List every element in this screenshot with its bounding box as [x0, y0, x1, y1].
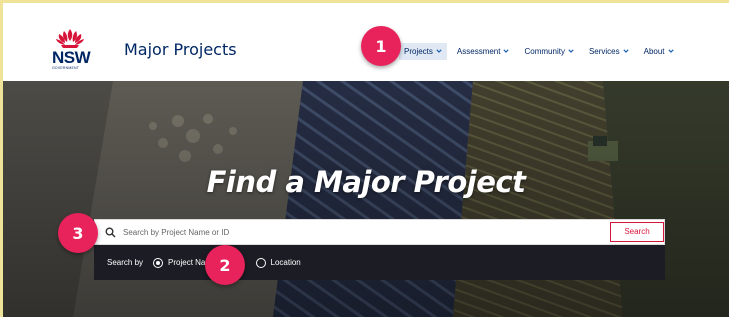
- logo-subtext: GOVERNMENT: [52, 66, 80, 70]
- logo-wordmark: NSW: [52, 48, 91, 67]
- radio-location[interactable]: Location: [255, 257, 301, 268]
- nsw-government-logo[interactable]: NSW GOVERNMENT: [49, 27, 91, 73]
- nav-item-services[interactable]: Services: [584, 43, 634, 60]
- nav-item-label: Projects: [404, 46, 433, 56]
- nav-item-community[interactable]: Community: [519, 43, 578, 60]
- nav-item-label: Community: [524, 46, 565, 56]
- radio-label: Location: [270, 258, 301, 267]
- waratah-icon: [56, 29, 84, 48]
- callout-badge-3: 3: [58, 213, 98, 253]
- hero-banner: Find a Major Project Search Search by Pr…: [3, 81, 729, 317]
- chevron-down-icon: [568, 49, 574, 53]
- search-button[interactable]: Search: [610, 222, 664, 242]
- aerial-collage-background: [3, 81, 729, 317]
- search-by-label: Search by: [107, 258, 144, 267]
- chevron-down-icon: [667, 49, 674, 53]
- radio-checked-icon[interactable]: [153, 257, 164, 268]
- chevron-down-icon: [503, 49, 510, 53]
- nav-item-label: About: [643, 46, 665, 56]
- page-title: Find a Major Project: [206, 165, 526, 199]
- nav-item-projects[interactable]: Projects: [399, 42, 447, 60]
- search-bar: Search: [94, 219, 665, 245]
- site-title[interactable]: Major Projects: [124, 40, 237, 59]
- nav-item-label: Assessment: [456, 46, 501, 56]
- main-nav: Projects Assessment Community Services A…: [399, 41, 684, 61]
- callout-badge-2: 2: [205, 245, 245, 285]
- chevron-down-icon: [623, 49, 629, 53]
- callout-badge-1: 1: [361, 26, 401, 66]
- chevron-down-icon: [436, 49, 442, 53]
- search-by-bar: Search by Project Name Location: [94, 245, 665, 280]
- search-icon: [105, 227, 116, 238]
- nav-item-about[interactable]: About: [639, 43, 679, 60]
- nav-item-assessment[interactable]: Assessment: [452, 43, 515, 60]
- nav-item-label: Services: [588, 46, 620, 56]
- radio-unchecked-icon[interactable]: [255, 257, 266, 268]
- search-input[interactable]: [123, 223, 593, 241]
